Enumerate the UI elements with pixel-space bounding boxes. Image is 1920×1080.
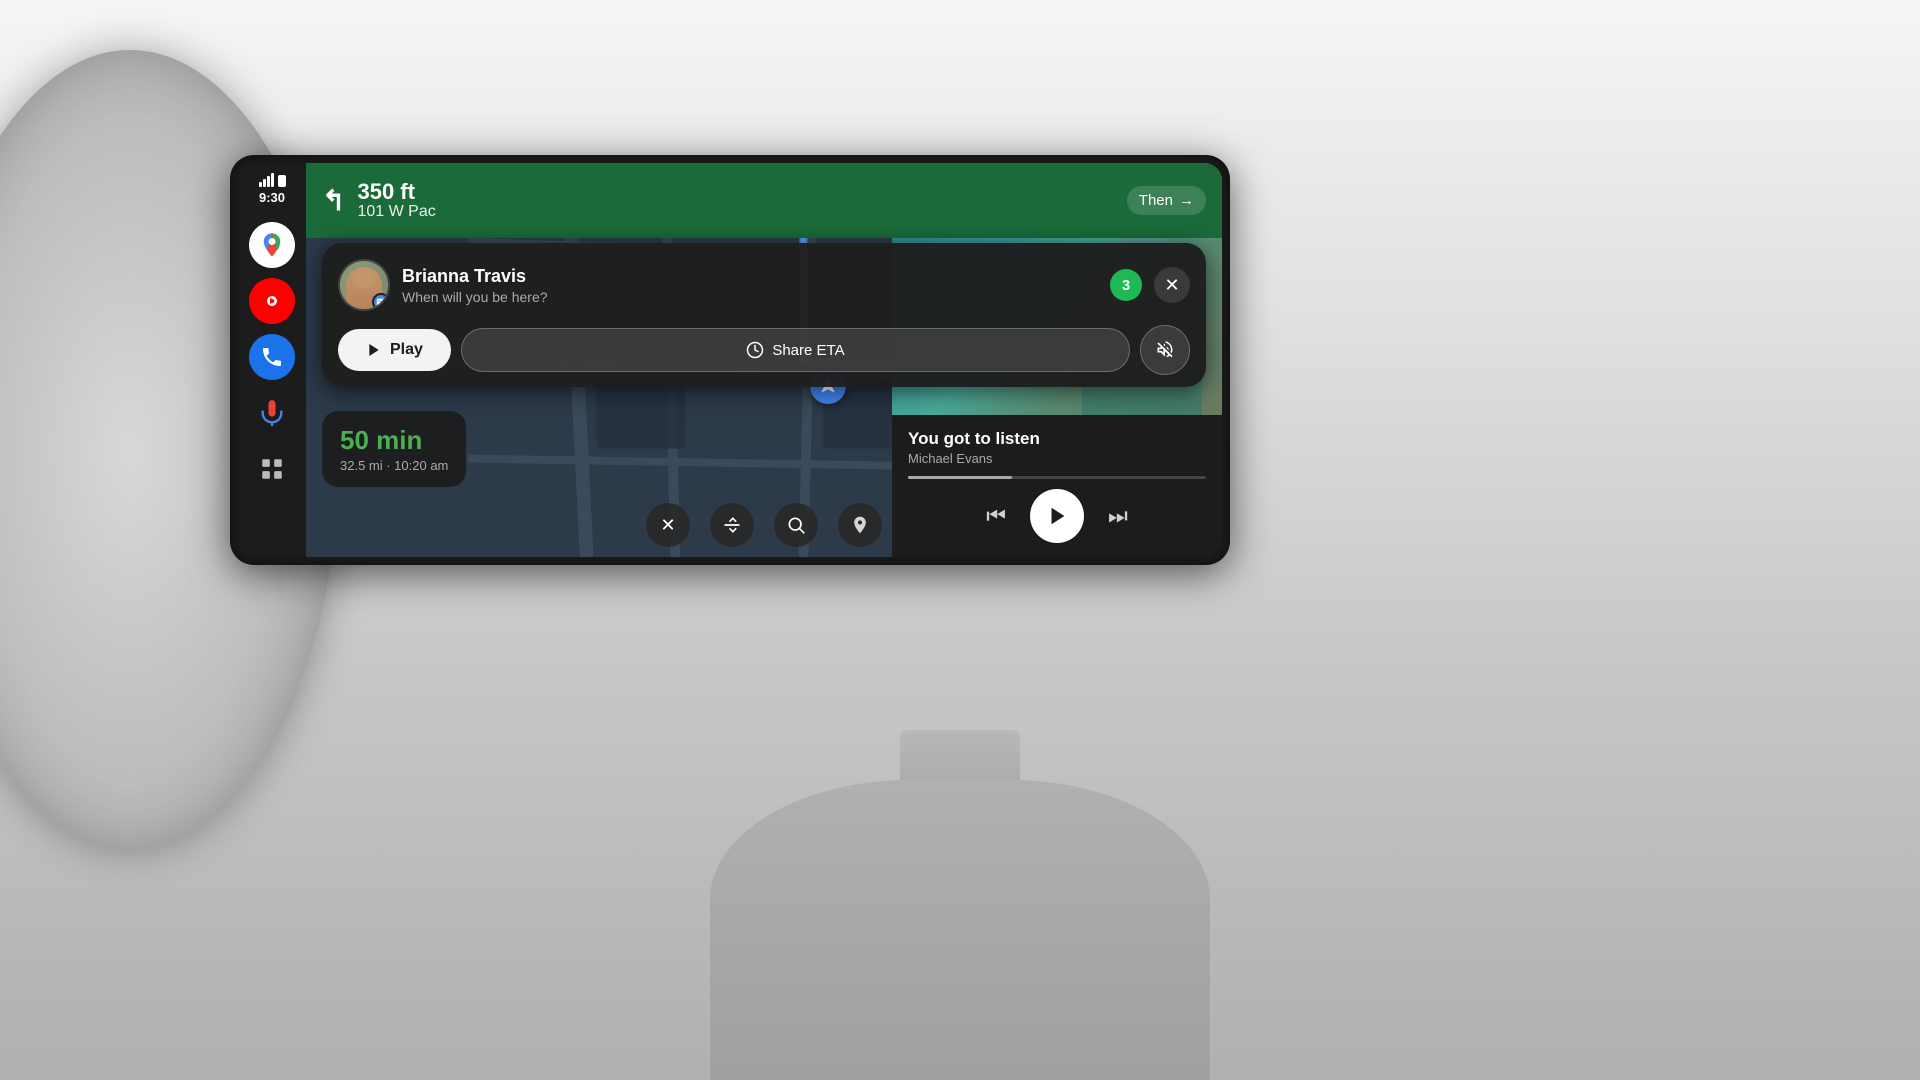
notification-close-button[interactable]: ✕ xyxy=(1154,267,1190,303)
notification-subtitle: When will you be here? xyxy=(402,289,1098,305)
notification-text: Brianna Travis When will you be here? xyxy=(402,266,1098,305)
artist-name: Michael Evans xyxy=(908,451,1206,466)
status-time: 9:30 xyxy=(259,190,286,205)
play-pause-button[interactable] xyxy=(1030,489,1084,543)
notification-overlay: Brianna Travis When will you be here? 3 … xyxy=(322,243,1206,387)
share-eta-button[interactable]: Share ETA xyxy=(461,328,1130,372)
search-button[interactable] xyxy=(774,503,818,547)
progress-fill xyxy=(908,476,1012,479)
mute-button[interactable] xyxy=(1140,325,1190,375)
signal-bar-4 xyxy=(271,173,274,187)
previous-track-button[interactable]: ⏮ xyxy=(986,503,1006,529)
play-icon xyxy=(1046,505,1068,527)
main-content: ↰ 350 ft 101 W Pac Then → xyxy=(306,163,1222,557)
nav-distance: 350 ft 101 W Pac xyxy=(357,181,435,221)
music-controls: You got to listen Michael Evans ⏮ ⏭ xyxy=(892,415,1222,557)
search-icon xyxy=(786,515,806,535)
mute-icon xyxy=(1155,340,1175,360)
song-title: You got to listen xyxy=(908,429,1206,449)
add-pin-button[interactable] xyxy=(838,503,882,547)
route-options-icon xyxy=(722,515,742,535)
progress-bar xyxy=(908,476,1206,479)
nav-then-indicator: Then → xyxy=(1127,186,1206,215)
sidebar-item-phone[interactable] xyxy=(249,334,295,380)
cancel-route-button[interactable]: ✕ xyxy=(646,503,690,547)
sidebar: 9:30 xyxy=(238,163,306,557)
turn-arrow-icon: ↰ xyxy=(322,184,345,217)
battery-icon xyxy=(278,175,286,187)
grid-icon xyxy=(259,456,285,482)
signal-bar-1 xyxy=(259,182,262,187)
share-eta-icon xyxy=(746,341,764,359)
sender-avatar xyxy=(338,259,390,311)
mic-icon xyxy=(258,399,286,427)
android-auto-screen: 9:30 xyxy=(238,163,1222,557)
play-message-button[interactable]: Play xyxy=(338,329,451,371)
sidebar-item-maps[interactable] xyxy=(249,222,295,268)
sidebar-item-youtube[interactable] xyxy=(249,278,295,324)
sender-name: Brianna Travis xyxy=(402,266,1098,287)
center-console xyxy=(710,780,1210,1080)
signal-bar-3 xyxy=(267,176,270,187)
signal-bar-2 xyxy=(263,179,266,187)
screen-bezel: 9:30 xyxy=(230,155,1230,565)
navigation-top-bar: ↰ 350 ft 101 W Pac Then → xyxy=(306,163,1222,238)
sidebar-item-grid[interactable] xyxy=(249,446,295,492)
notification-header: Brianna Travis When will you be here? 3 … xyxy=(338,259,1190,311)
sidebar-item-mic[interactable] xyxy=(249,390,295,436)
notification-count-badge: 3 xyxy=(1110,269,1142,301)
next-track-button[interactable]: ⏭ xyxy=(1108,503,1128,529)
eta-box: 50 min 32.5 mi · 10:20 am xyxy=(322,411,466,487)
phone-icon xyxy=(260,345,284,369)
avatar-app-badge xyxy=(372,293,390,311)
add-pin-icon xyxy=(850,515,870,535)
nav-toolbar: ✕ xyxy=(646,503,882,547)
notification-actions: Play Share ETA xyxy=(338,325,1190,375)
avatar-head xyxy=(353,267,375,289)
route-options-button[interactable] xyxy=(710,503,754,547)
play-message-icon xyxy=(366,342,382,358)
playback-controls: ⏮ ⏭ xyxy=(908,489,1206,543)
maps-icon xyxy=(258,231,286,259)
youtube-music-icon xyxy=(260,289,284,313)
